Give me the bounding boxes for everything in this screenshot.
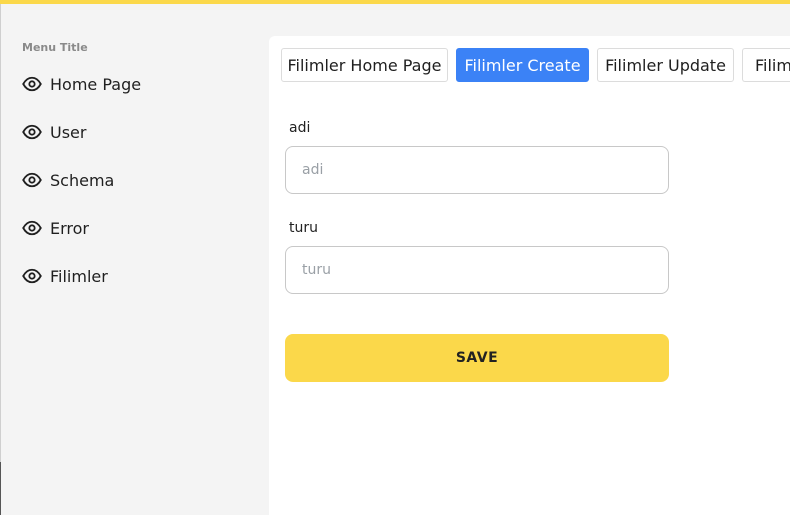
tab-filimler-update[interactable]: Filimler Update [597,48,734,82]
sidebar-item-schema[interactable]: Schema [22,168,242,192]
sidebar-item-user[interactable]: User [22,120,242,144]
sidebar-item-error[interactable]: Error [22,216,242,240]
adi-input[interactable] [285,146,669,194]
eye-icon [22,218,42,238]
adi-label: adi [289,120,311,136]
tab-filimler-home-page[interactable]: Filimler Home Page [281,48,448,82]
save-button[interactable]: SAVE [285,334,669,382]
menu-title: Menu Title [22,41,88,54]
sidebar-item-home-page[interactable]: Home Page [22,72,242,96]
eye-icon [22,170,42,190]
eye-icon [22,122,42,142]
sidebar-item-label: User [50,122,87,142]
sidebar-item-label: Schema [50,170,115,190]
turu-label: turu [289,220,318,236]
tab-filimler-create[interactable]: Filimler Create [456,48,589,82]
sidebar-item-filimler[interactable]: Filimler [22,264,242,288]
main-content: Filimler Home Page Filimler Create Filim… [269,36,790,515]
sidebar-item-label: Error [50,218,89,238]
sidebar: Menu Title Home Page User Schema Error F… [1,4,269,515]
tab-filimler-delete[interactable]: Filimler Delete [742,48,790,82]
eye-icon [22,266,42,286]
sidebar-item-label: Filimler [50,266,108,286]
turu-input[interactable] [285,246,669,294]
eye-icon [22,74,42,94]
sidebar-item-label: Home Page [50,74,142,94]
